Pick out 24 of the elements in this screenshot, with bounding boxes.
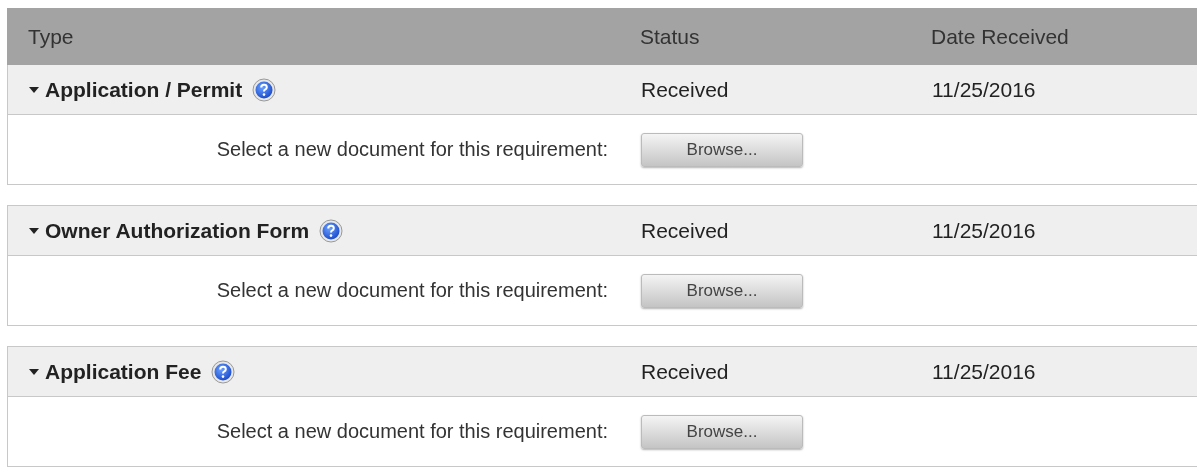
column-header: Date Received <box>931 24 1070 49</box>
browse-button[interactable]: Browse... <box>641 132 803 167</box>
help-icon[interactable] <box>319 218 344 243</box>
requirement-name: Owner Authorization Form <box>45 218 310 243</box>
help-icon[interactable] <box>252 77 277 102</box>
caret-icon[interactable] <box>29 368 39 375</box>
upload-prompt: Select a new document for this requirement: <box>215 420 608 443</box>
upload-prompt: Select a new document for this requirement: <box>215 279 608 302</box>
status-text: Received <box>641 359 730 384</box>
caret-icon[interactable] <box>29 227 39 234</box>
date-received: 11/25/2016 <box>932 77 1037 102</box>
caret-icon[interactable] <box>29 86 39 93</box>
browse-button[interactable]: Browse... <box>641 273 803 308</box>
column-header: Type <box>27 24 75 49</box>
date-received: 11/25/2016 <box>932 359 1037 384</box>
help-icon[interactable] <box>211 359 236 384</box>
column-header: Status <box>640 24 701 49</box>
status-text: Received <box>641 77 730 102</box>
requirement-name: Application / Permit <box>45 77 243 102</box>
upload-prompt: Select a new document for this requirement: <box>215 138 608 161</box>
date-received: 11/25/2016 <box>932 218 1037 243</box>
status-text: Received <box>641 218 730 243</box>
browse-button[interactable]: Browse... <box>641 414 803 449</box>
requirement-name: Application Fee <box>45 359 202 384</box>
